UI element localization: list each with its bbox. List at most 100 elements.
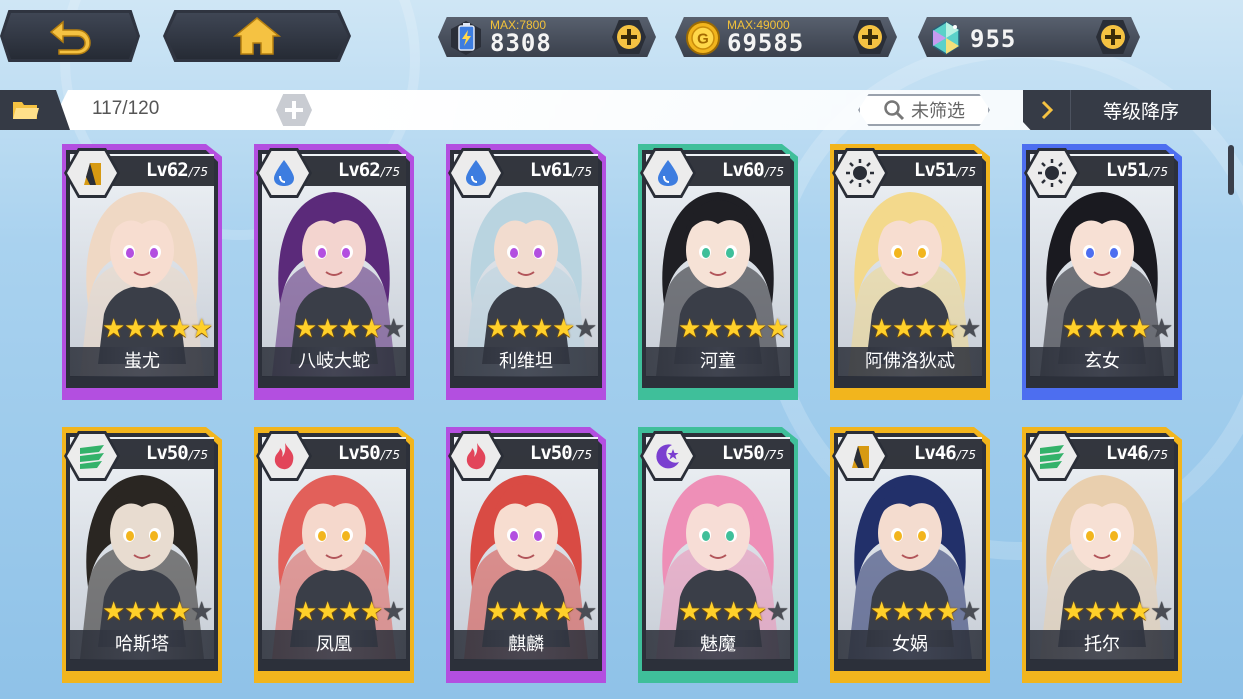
character-card[interactable]: Lv60/75 ★ ★ ★ ★ ★ 河童 (638, 144, 798, 400)
character-level: Lv51 (1105, 159, 1149, 181)
filter-label: 未筛选 (911, 101, 965, 122)
star-filled-icon: ★ (1084, 597, 1108, 627)
character-card[interactable]: Lv50/75 ★ ★ ★ ★ ★ 凤凰 (254, 427, 414, 683)
character-name: 玄女 (1030, 347, 1174, 377)
star-filled-icon: ★ (124, 314, 148, 344)
dark-element-icon (656, 444, 679, 469)
character-card[interactable]: Lv50/75 ★ ★ ★ ★ ★ 魅魔 (638, 427, 798, 683)
light-element-icon (846, 159, 874, 187)
star-empty-icon: ★ (958, 597, 982, 627)
star-filled-icon: ★ (700, 597, 724, 627)
character-card[interactable]: Lv50/75 ★ ★ ★ ★ ★ 麒麟 (446, 427, 606, 683)
star-filled-icon: ★ (700, 314, 724, 344)
star-rating: ★ ★ ★ ★ ★ (294, 597, 406, 629)
star-filled-icon: ★ (508, 314, 532, 344)
character-card[interactable]: Lv62/75 ★ ★ ★ ★ ★ 蚩尤 (62, 144, 222, 400)
character-name: 女娲 (838, 630, 982, 660)
star-filled-icon: ★ (1106, 597, 1130, 627)
star-filled-icon: ★ (102, 314, 126, 344)
character-card[interactable]: Lv46/75 ★ ★ ★ ★ ★ 女娲 (830, 427, 990, 683)
star-filled-icon: ★ (914, 597, 938, 627)
star-empty-icon: ★ (766, 597, 790, 627)
scrollbar[interactable] (1228, 145, 1234, 195)
fire-element-icon (274, 443, 294, 470)
filter-button[interactable]: 未筛选 (858, 94, 990, 126)
sort-button[interactable]: 等级降序 (1023, 90, 1211, 130)
back-button[interactable] (0, 10, 140, 62)
star-empty-icon: ★ (382, 597, 406, 627)
character-level: Lv50 (721, 442, 765, 464)
character-card[interactable]: Lv51/75 ★ ★ ★ ★ ★ 阿佛洛狄忒 (830, 144, 990, 400)
star-filled-icon: ★ (552, 314, 576, 344)
star-filled-icon: ★ (146, 314, 170, 344)
star-filled-icon: ★ (338, 597, 362, 627)
star-filled-icon: ★ (914, 314, 938, 344)
character-level: Lv46 (1105, 442, 1149, 464)
star-filled-icon: ★ (744, 597, 768, 627)
star-rating: ★ ★ ★ ★ ★ (870, 314, 982, 346)
star-empty-icon: ★ (382, 314, 406, 344)
character-card[interactable]: Lv61/75 ★ ★ ★ ★ ★ 利维坦 (446, 144, 606, 400)
search-icon (884, 100, 905, 121)
add-gold-button[interactable] (853, 20, 887, 54)
sort-label: 等级降序 (1102, 100, 1179, 123)
chevron-right-icon (1023, 90, 1071, 130)
star-filled-icon: ★ (722, 314, 746, 344)
gold-counter: G MAX:49000 69585 (675, 17, 897, 57)
stamina-value: 8308 (490, 29, 552, 57)
character-level: Lv60 (721, 159, 765, 181)
level-max: /75 (764, 165, 784, 179)
level-max: /75 (764, 448, 784, 462)
star-filled-icon: ★ (190, 314, 214, 344)
home-button[interactable] (163, 10, 351, 62)
star-empty-icon: ★ (1150, 597, 1174, 627)
star-filled-icon: ★ (294, 314, 318, 344)
character-grid: Lv62/75 ★ ★ ★ ★ ★ 蚩尤 Lv62/75 ★ ★ ★ ★ ★ 八岐大蛇 Lv61/75 ★ ★ ★… (62, 144, 1192, 689)
star-rating: ★ ★ ★ ★ ★ (486, 597, 597, 629)
fire-element-icon (466, 443, 486, 470)
character-card[interactable]: Lv62/75 ★ ★ ★ ★ ★ 八岐大蛇 (254, 144, 414, 400)
star-filled-icon: ★ (678, 597, 702, 627)
folder-tab[interactable] (0, 90, 70, 130)
character-name: 魅魔 (646, 630, 790, 660)
star-filled-icon: ★ (360, 314, 384, 344)
star-filled-icon: ★ (870, 597, 894, 627)
filter-bar: 117/120 未筛选 等级降序 (0, 86, 1243, 130)
level-max: /75 (380, 448, 400, 462)
crystal-value: 955 (970, 25, 1017, 53)
star-filled-icon: ★ (1062, 597, 1086, 627)
star-empty-icon: ★ (958, 314, 982, 344)
star-filled-icon: ★ (936, 597, 960, 627)
level-max: /75 (956, 448, 976, 462)
star-filled-icon: ★ (552, 597, 576, 627)
stamina-counter: MAX:7800 8308 (438, 17, 656, 57)
storage-capacity: 117/120 (92, 98, 160, 119)
star-filled-icon: ★ (316, 597, 340, 627)
star-filled-icon: ★ (1106, 314, 1130, 344)
expand-storage-button[interactable] (276, 94, 312, 126)
level-max: /75 (1148, 448, 1168, 462)
star-filled-icon: ★ (1084, 314, 1108, 344)
level-max: /75 (572, 448, 592, 462)
star-rating: ★ ★ ★ ★ ★ (102, 597, 213, 629)
folder-icon (13, 102, 39, 119)
character-card[interactable]: Lv46/75 ★ ★ ★ ★ ★ 托尔 (1022, 427, 1182, 683)
star-rating: ★ ★ ★ ★ ★ (294, 314, 406, 346)
level-max: /75 (188, 165, 208, 179)
add-stamina-button[interactable] (612, 20, 646, 54)
character-card[interactable]: Lv51/75 ★ ★ ★ ★ ★ 玄女 (1022, 144, 1182, 400)
wind-element-icon (80, 445, 104, 469)
level-max: /75 (1148, 165, 1168, 179)
character-level: Lv46 (913, 442, 957, 464)
level-max: /75 (956, 165, 976, 179)
star-rating: ★ ★ ★ ★ ★ (678, 597, 790, 629)
star-filled-icon: ★ (102, 597, 126, 627)
wind-element-icon (1040, 445, 1064, 469)
svg-text:G: G (697, 31, 709, 48)
character-card[interactable]: Lv50/75 ★ ★ ★ ★ ★ 哈斯塔 (62, 427, 222, 683)
star-filled-icon: ★ (294, 597, 318, 627)
add-crystal-button[interactable] (1096, 20, 1130, 54)
character-level: Lv50 (337, 442, 381, 464)
character-level: Lv50 (529, 442, 573, 464)
plus-icon (617, 25, 641, 49)
